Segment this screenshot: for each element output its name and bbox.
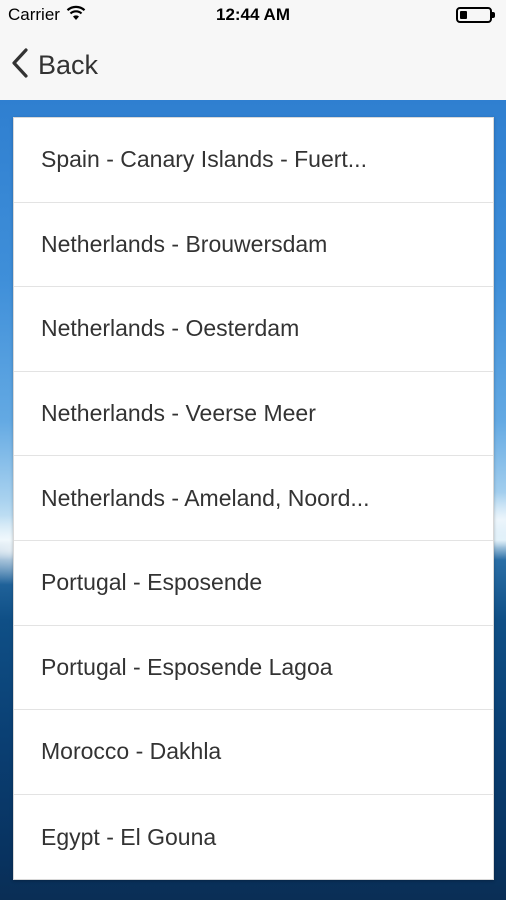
carrier-label: Carrier xyxy=(8,5,60,24)
locations-list: Spain - Canary Islands - Fuert... Nether… xyxy=(13,117,494,880)
list-item[interactable]: Netherlands - Veerse Meer xyxy=(14,372,493,457)
wifi-icon xyxy=(66,5,86,26)
list-item[interactable]: Netherlands - Ameland, Noord... xyxy=(14,456,493,541)
list-item[interactable]: Netherlands - Brouwersdam xyxy=(14,203,493,288)
navigation-bar: Back xyxy=(0,30,506,100)
back-button[interactable]: Back xyxy=(10,47,98,84)
battery-icon xyxy=(456,7,495,23)
list-item[interactable]: Netherlands - Oesterdam xyxy=(14,287,493,372)
status-bar: Carrier 12:44 AM xyxy=(0,0,506,30)
list-item[interactable]: Egypt - El Gouna xyxy=(14,795,493,880)
list-item[interactable]: Spain - Canary Islands - Fuert... xyxy=(14,118,493,203)
list-item[interactable]: Portugal - Esposende Lagoa xyxy=(14,626,493,711)
battery-fill xyxy=(460,11,467,19)
chevron-left-icon xyxy=(10,47,30,84)
list-item[interactable]: Morocco - Dakhla xyxy=(14,710,493,795)
back-label: Back xyxy=(38,49,99,80)
list-item[interactable]: Portugal - Esposende xyxy=(14,541,493,626)
status-left: Carrier xyxy=(8,5,86,26)
